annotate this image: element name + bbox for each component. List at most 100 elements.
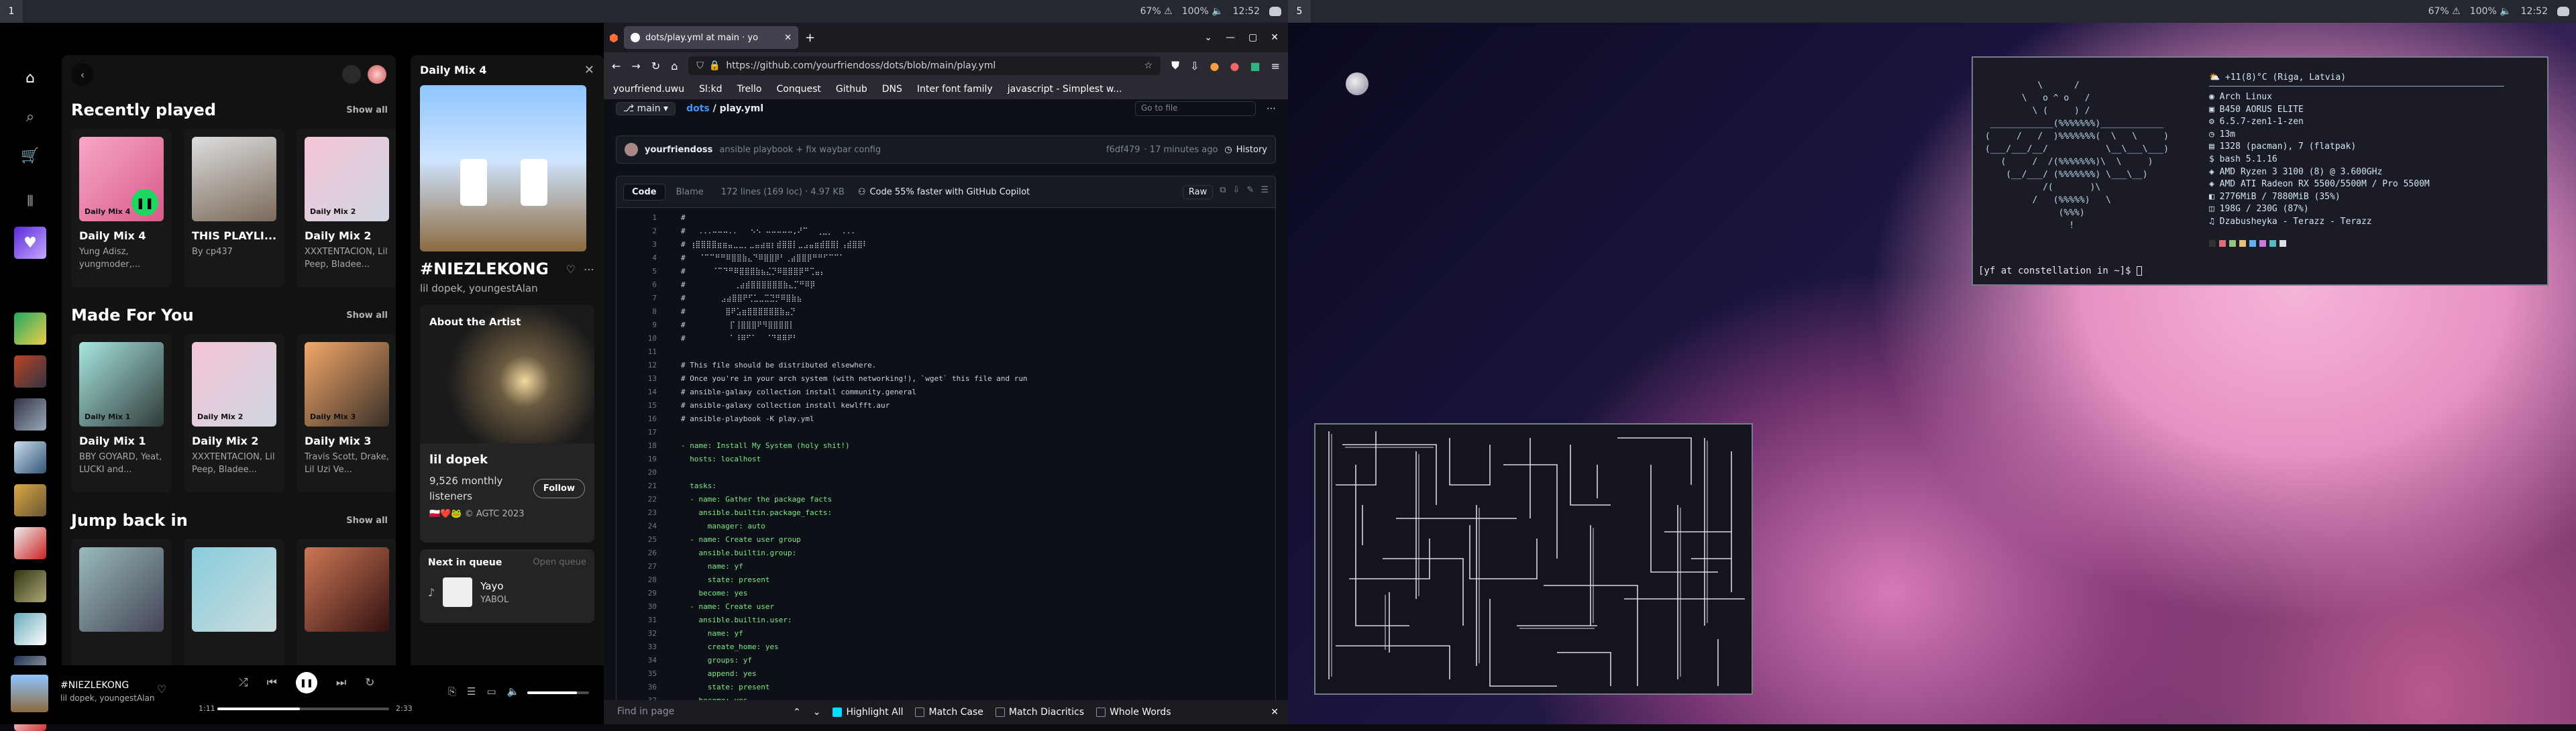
- whole-words-checkbox[interactable]: Whole Words: [1096, 707, 1171, 718]
- queue-artist[interactable]: YABOL: [480, 595, 508, 605]
- bookmark-item[interactable]: DNS: [882, 84, 902, 95]
- next-icon[interactable]: ⏭: [336, 676, 346, 689]
- copy-icon[interactable]: ⧉: [1220, 185, 1226, 199]
- home-icon[interactable]: ⌂: [671, 60, 678, 72]
- line-number[interactable]: 6: [616, 280, 657, 289]
- line-number[interactable]: 23: [616, 508, 657, 517]
- raw-button[interactable]: Raw: [1182, 184, 1214, 199]
- close-icon[interactable]: ✕: [584, 63, 594, 77]
- follow-button[interactable]: Follow: [533, 479, 585, 498]
- line-number[interactable]: 2: [616, 227, 657, 235]
- playlist-thumb[interactable]: [14, 270, 46, 302]
- line-number[interactable]: 4: [616, 254, 657, 262]
- line-number[interactable]: 27: [616, 562, 657, 571]
- shell-prompt[interactable]: [yf at constellation in ~]$: [1978, 266, 2143, 276]
- bookmark-item[interactable]: Trello: [737, 84, 762, 95]
- match-case-checkbox[interactable]: Match Case: [915, 707, 983, 718]
- extension-icon[interactable]: ■: [1250, 60, 1260, 72]
- playlist-thumb[interactable]: [14, 313, 46, 345]
- line-number[interactable]: 21: [616, 482, 657, 490]
- back-icon[interactable]: ←: [612, 60, 621, 72]
- line-number[interactable]: 3: [616, 240, 657, 249]
- close-findbar-icon[interactable]: ✕: [1271, 707, 1279, 718]
- playlist-card[interactable]: [297, 539, 396, 685]
- back-button[interactable]: ‹: [71, 63, 94, 86]
- copilot-link[interactable]: ⚇ Code 55% faster with GitHub Copilot: [858, 187, 1030, 197]
- extension-icon[interactable]: ●: [1210, 60, 1220, 72]
- line-number[interactable]: 1: [616, 213, 657, 222]
- line-number[interactable]: 18: [616, 441, 657, 450]
- discord-tray-icon[interactable]: [1269, 7, 1281, 16]
- show-all-link[interactable]: Show all: [346, 516, 388, 526]
- bookmark-item[interactable]: Conquest: [776, 84, 820, 95]
- maximize-icon[interactable]: ▢: [1248, 32, 1257, 43]
- line-number[interactable]: 32: [616, 629, 657, 638]
- pocket-icon[interactable]: ⛊: [1171, 59, 1179, 72]
- commit-message[interactable]: ansible playbook + fix waybar config: [719, 145, 881, 155]
- playlist-card[interactable]: [184, 539, 284, 685]
- avatar[interactable]: [625, 143, 638, 156]
- edit-icon[interactable]: ✎: [1246, 185, 1254, 199]
- line-number[interactable]: 11: [616, 347, 657, 356]
- line-number[interactable]: 28: [616, 575, 657, 584]
- bookmark-item[interactable]: yourfriend.uwu: [613, 84, 684, 95]
- volume-slider[interactable]: [527, 691, 589, 694]
- line-number[interactable]: 13: [616, 374, 657, 383]
- line-number[interactable]: 34: [616, 656, 657, 665]
- forward-icon[interactable]: →: [631, 60, 640, 72]
- playlist-thumb[interactable]: [14, 441, 46, 473]
- more-icon[interactable]: ⋯: [584, 263, 594, 276]
- bookmark-item[interactable]: Github: [836, 84, 867, 95]
- commit-hash[interactable]: f6df479: [1106, 145, 1140, 155]
- line-number[interactable]: 30: [616, 602, 657, 611]
- device-icon[interactable]: ▭: [486, 685, 496, 697]
- playlist-thumb[interactable]: [14, 355, 46, 388]
- line-number[interactable]: 17: [616, 428, 657, 437]
- minimize-icon[interactable]: —: [1226, 32, 1235, 43]
- heart-icon[interactable]: ♡: [157, 683, 166, 695]
- previous-icon[interactable]: ⏮: [267, 676, 277, 689]
- bookmark-item[interactable]: javascript - Simplest w...: [1008, 84, 1122, 95]
- match-diacritics-checkbox[interactable]: Match Diacritics: [995, 707, 1084, 718]
- find-prev-icon[interactable]: ⌃: [793, 707, 801, 718]
- playlist-thumb[interactable]: [14, 613, 46, 645]
- shuffle-icon[interactable]: ⤮: [239, 676, 248, 689]
- line-number[interactable]: 14: [616, 388, 657, 396]
- line-number[interactable]: 16: [616, 414, 657, 423]
- discord-tray-icon[interactable]: [2557, 7, 2569, 16]
- more-icon[interactable]: ⋯: [1267, 103, 1276, 114]
- home-icon[interactable]: ⌂: [15, 63, 45, 93]
- friends-icon[interactable]: [342, 65, 361, 84]
- playlist-thumb[interactable]: [14, 570, 46, 602]
- volume-status[interactable]: 100% 🔈: [1182, 6, 1224, 17]
- pause-button[interactable]: ❚❚: [295, 672, 317, 693]
- volume-icon[interactable]: 🔈: [507, 685, 520, 697]
- url-bar[interactable]: ⛉ 🔒 https://github.com/yourfriendoss/dot…: [688, 56, 1161, 75]
- line-number[interactable]: 20: [616, 468, 657, 477]
- download-icon[interactable]: ⇩: [1233, 185, 1240, 199]
- line-number[interactable]: 7: [616, 294, 657, 302]
- symbols-icon[interactable]: ☰: [1260, 185, 1269, 199]
- queue-track[interactable]: Yayo: [480, 580, 508, 592]
- playlist-thumb[interactable]: [14, 398, 46, 431]
- bookmark-star-icon[interactable]: ☆: [1144, 60, 1153, 71]
- line-number[interactable]: 19: [616, 455, 657, 463]
- line-number[interactable]: 25: [616, 535, 657, 544]
- list-tabs-icon[interactable]: ⌄: [1204, 32, 1212, 43]
- pause-button[interactable]: ❚❚: [131, 189, 158, 216]
- playlist-card[interactable]: THIS PLAYLI... By cp437: [184, 129, 284, 287]
- progress-track[interactable]: [217, 708, 389, 710]
- line-number[interactable]: 8: [616, 307, 657, 316]
- workspace-indicator[interactable]: 1: [0, 0, 23, 23]
- breadcrumb-repo[interactable]: dots: [686, 103, 710, 114]
- open-queue-link[interactable]: Open queue: [533, 557, 586, 568]
- bookmark-item[interactable]: Inter font family: [917, 84, 993, 95]
- line-number[interactable]: 31: [616, 616, 657, 624]
- branch-select[interactable]: ⎇ main ▾: [616, 102, 676, 115]
- line-number[interactable]: 9: [616, 321, 657, 329]
- playlist-thumb[interactable]: [14, 527, 46, 559]
- new-tab-button[interactable]: +: [805, 31, 815, 45]
- np-track-title[interactable]: #NIEZLEKONG: [420, 260, 547, 278]
- line-number[interactable]: 36: [616, 683, 657, 691]
- playlist-card[interactable]: Daily Mix 2 Daily Mix 2 XXXTENTACION, Li…: [297, 129, 396, 287]
